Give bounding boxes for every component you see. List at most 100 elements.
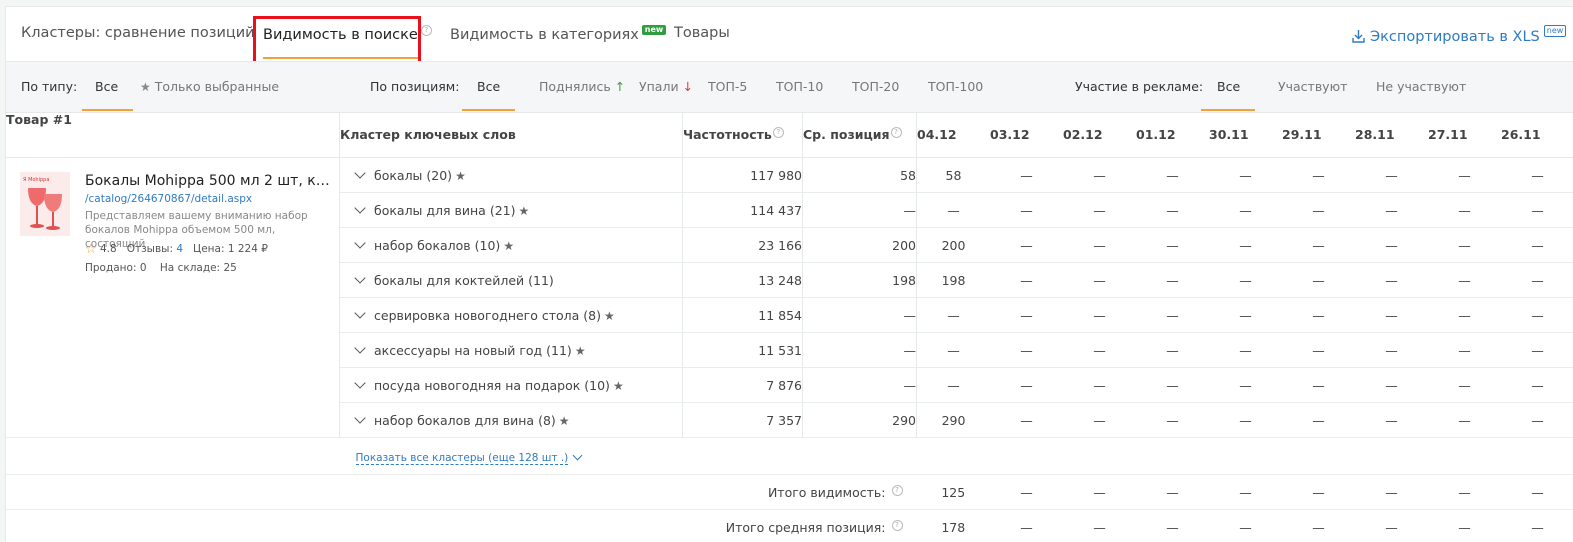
totals-label: Итого видимость:: [768, 485, 886, 500]
star-icon[interactable]: ★: [559, 414, 570, 428]
position-filter-down[interactable]: Упали ↓: [639, 79, 693, 94]
header-date: 29.11: [1282, 112, 1355, 158]
ads-filter-all[interactable]: Все: [1217, 79, 1240, 94]
totals-value: —: [1063, 510, 1136, 542]
ads-filter-label: Участие в рекламе:: [1075, 79, 1203, 94]
date-position-cell: —: [990, 403, 1063, 438]
product-rating: 4.8: [100, 243, 117, 255]
ads-filter-not-participating[interactable]: Не участвуют: [1376, 79, 1466, 94]
star-icon[interactable]: ★: [575, 344, 586, 358]
chevron-down-icon[interactable]: [354, 237, 365, 248]
type-filter-selected[interactable]: ★Только выбранные: [140, 79, 279, 94]
header-date: 01.12: [1136, 112, 1209, 158]
chevron-down-icon[interactable]: [354, 377, 365, 388]
ads-filter-participating[interactable]: Участвуют: [1278, 79, 1347, 94]
chevron-down-icon[interactable]: [354, 272, 365, 283]
export-xls-link[interactable]: Экспортировать в XLSnew: [1352, 25, 1566, 45]
help-icon[interactable]: ?: [891, 127, 902, 138]
date-position-cell: —: [1063, 263, 1136, 298]
product-price: 1 224 ₽: [228, 243, 268, 255]
tab-cluster-compare[interactable]: Кластеры: сравнение позиций: [21, 25, 255, 41]
totals-value: —: [1501, 510, 1573, 542]
reviews-count[interactable]: 4: [176, 243, 183, 255]
totals-value: —: [1209, 510, 1282, 542]
date-position-cell: —: [1282, 368, 1355, 403]
cluster-cell[interactable]: бокалы для коктейлей (11): [340, 263, 683, 298]
position-filter-top100[interactable]: ТОП-100: [928, 79, 983, 94]
show-more-row: Показать все кластеры (еще 128 шт .): [6, 438, 1573, 475]
date-position-cell: —: [1063, 158, 1136, 193]
date-position-cell: —: [1209, 298, 1282, 333]
date-position-cell: —: [1282, 403, 1355, 438]
help-icon[interactable]: ?: [773, 127, 784, 138]
totals-row: Итого видимость:?125————————: [6, 475, 1573, 510]
position-filter-top20[interactable]: ТОП-20: [852, 79, 899, 94]
cluster-cell[interactable]: аксессуары на новый год (11)★: [340, 333, 683, 368]
cluster-cell[interactable]: сервировка новогоднего стола (8)★: [340, 298, 683, 333]
tab-category-visibility[interactable]: Видимость в категорияхnew: [450, 25, 666, 43]
header-date: 03.12: [990, 112, 1063, 158]
product-link[interactable]: /catalog/264670867/detail.aspx: [85, 193, 252, 205]
star-outline-icon: ☆: [85, 242, 97, 257]
totals-label: Итого средняя позиция:: [726, 520, 886, 535]
date-position-cell: —: [1355, 333, 1428, 368]
product-title[interactable]: Бокалы Mohippa 500 мл 2 шт, красные: [85, 173, 335, 189]
date-position-cell: —: [1136, 333, 1209, 368]
star-icon[interactable]: ★: [604, 309, 615, 323]
totals-value: —: [1209, 475, 1282, 510]
chevron-down-icon[interactable]: [573, 450, 583, 460]
chevron-down-icon[interactable]: [354, 342, 365, 353]
header-date: 30.11: [1209, 112, 1282, 158]
help-icon[interactable]: ?: [892, 520, 903, 531]
type-filter-all[interactable]: Все: [95, 79, 118, 94]
totals-value: —: [1428, 510, 1501, 542]
position-filter-top5[interactable]: ТОП-5: [708, 79, 747, 94]
cluster-cell[interactable]: набор бокалов для вина (8)★: [340, 403, 683, 438]
filter-bar: По типу: Все ★Только выбранные По позици…: [6, 61, 1573, 113]
position-filter-up[interactable]: Поднялись ↑: [539, 79, 625, 94]
position-filter-all[interactable]: Все: [477, 79, 500, 94]
header-frequency[interactable]: Частотность?: [683, 112, 803, 158]
date-position-cell: 58: [917, 158, 991, 193]
chevron-down-icon[interactable]: [354, 167, 365, 178]
chevron-down-icon[interactable]: [354, 307, 365, 318]
date-position-cell: —: [1063, 333, 1136, 368]
date-position-cell: —: [1428, 368, 1501, 403]
date-position-cell: —: [1355, 228, 1428, 263]
cluster-cell[interactable]: бокалы для вина (21)★: [340, 193, 683, 228]
sold-label: Продано:: [85, 262, 137, 274]
date-position-cell: —: [1282, 193, 1355, 228]
avg-position-cell: 290: [803, 403, 917, 438]
frequency-cell: 23 166: [683, 228, 803, 263]
star-icon[interactable]: ★: [455, 169, 466, 183]
star-icon[interactable]: ★: [613, 379, 624, 393]
cluster-cell[interactable]: посуда новогодняя на подарок (10)★: [340, 368, 683, 403]
help-icon[interactable]: ?: [892, 485, 903, 496]
show-all-clusters-link[interactable]: Показать все кластеры (еще 128 шт .): [356, 452, 569, 465]
date-position-cell: —: [1355, 158, 1428, 193]
cluster-cell[interactable]: бокалы (20)★: [340, 158, 683, 193]
stock-label: На складе:: [160, 262, 220, 274]
star-icon[interactable]: ★: [518, 204, 529, 218]
totals-value: —: [1282, 475, 1355, 510]
chevron-down-icon[interactable]: [354, 412, 365, 423]
position-filter-top10[interactable]: ТОП-10: [776, 79, 823, 94]
cluster-cell[interactable]: набор бокалов (10)★: [340, 228, 683, 263]
date-position-cell: —: [1501, 228, 1573, 263]
help-icon[interactable]: ?: [421, 25, 432, 36]
date-position-cell: —: [1209, 403, 1282, 438]
tab-bar: Кластеры: сравнение позиций Видимость в …: [6, 7, 1573, 57]
sold-count: 0: [140, 262, 147, 274]
frequency-cell: 11 531: [683, 333, 803, 368]
frequency-cell: 7 876: [683, 368, 803, 403]
date-position-cell: —: [1428, 263, 1501, 298]
star-icon[interactable]: ★: [503, 239, 514, 253]
header-avg-position[interactable]: Ср. позиция?: [803, 112, 917, 158]
date-position-cell: —: [1428, 403, 1501, 438]
date-position-cell: —: [1428, 228, 1501, 263]
chevron-down-icon[interactable]: [354, 202, 365, 213]
cluster-name: бокалы для вина (21): [374, 203, 515, 218]
tab-products[interactable]: Товары: [674, 25, 730, 41]
date-position-cell: —: [1136, 298, 1209, 333]
reviews-label: Отзывы:: [127, 243, 173, 255]
